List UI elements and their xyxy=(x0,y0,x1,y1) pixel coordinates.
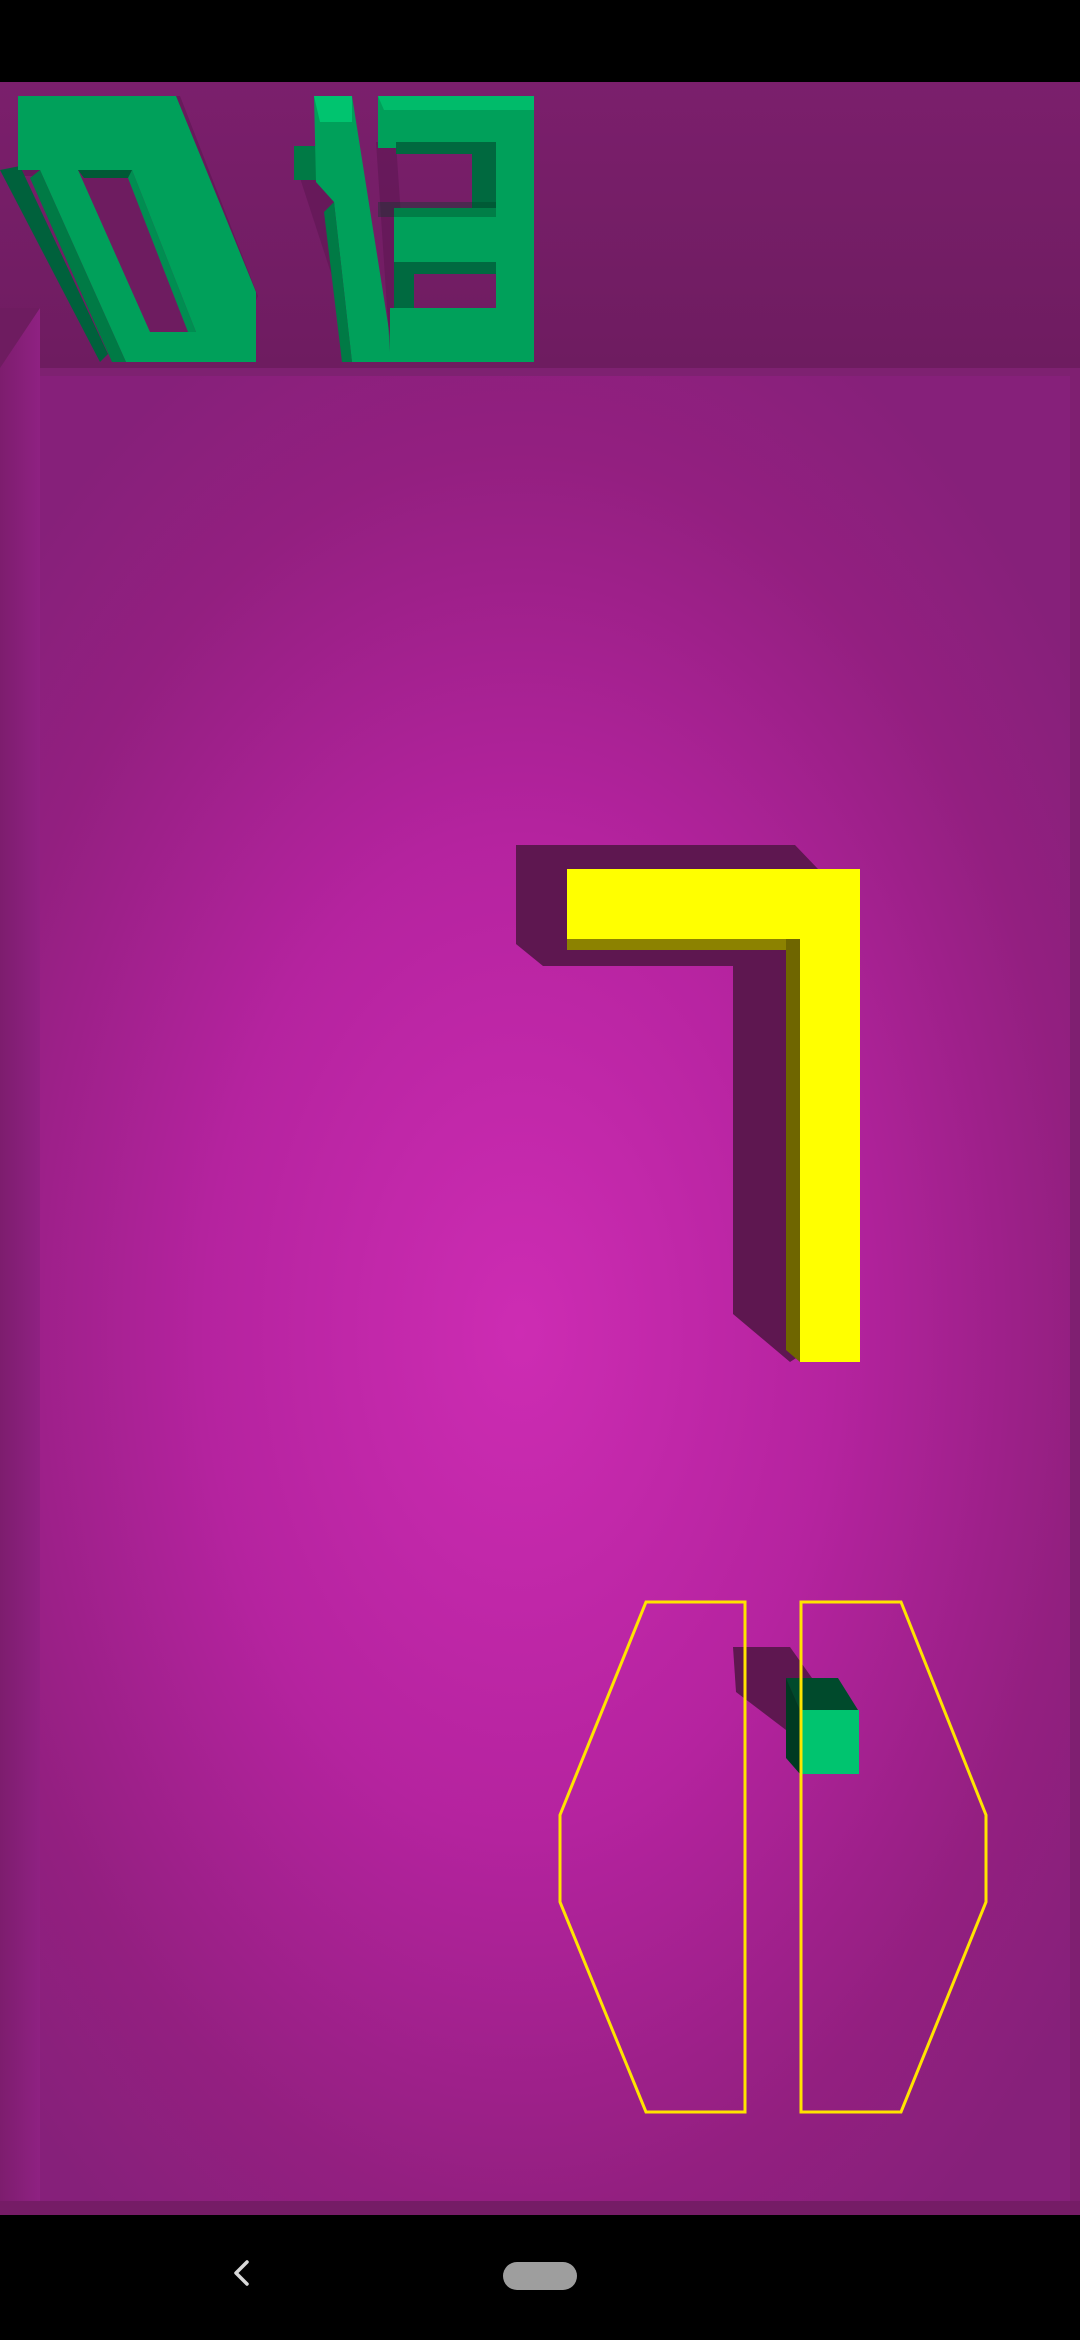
status-bar xyxy=(0,0,1080,82)
home-button[interactable] xyxy=(503,2262,577,2290)
navigation-bar xyxy=(0,2215,1080,2340)
player-cube xyxy=(786,1678,859,1774)
obstacle-side-vertical xyxy=(786,939,800,1362)
screen: 012 xyxy=(0,0,1080,2340)
chevron-left-icon xyxy=(234,2260,249,2286)
back-button[interactable] xyxy=(212,2243,272,2303)
obstacle-side xyxy=(567,939,800,950)
left-steer-control[interactable] xyxy=(558,1600,747,2114)
game-area[interactable]: 012 xyxy=(0,82,1080,2215)
game-world xyxy=(516,845,988,2114)
